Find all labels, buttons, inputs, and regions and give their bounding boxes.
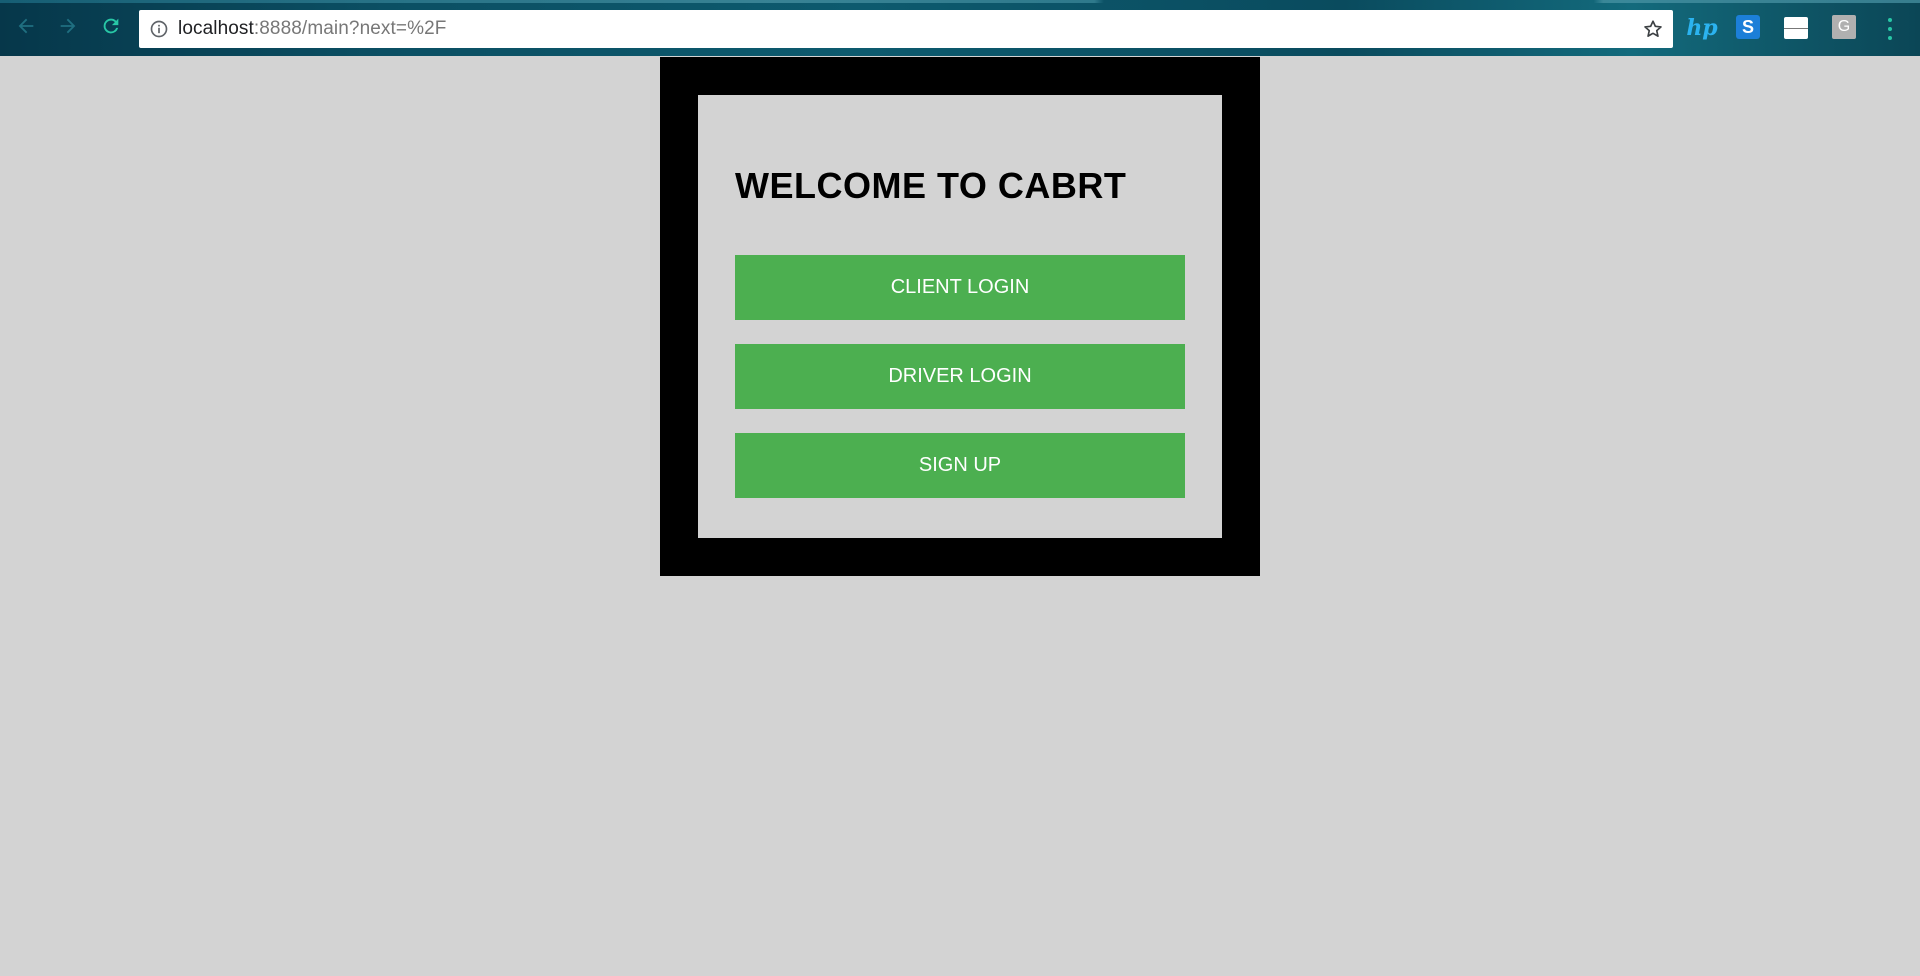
client-login-button[interactable]: CLIENT LOGIN [735,255,1185,320]
kebab-menu-icon[interactable] [1886,18,1894,40]
bookmark-button[interactable] [1641,17,1665,41]
welcome-card: WELCOME TO CABRT CLIENT LOGIN DRIVER LOG… [698,95,1222,538]
url-text: localhost:8888/main?next=%2F [178,18,446,40]
s-extension-icon[interactable]: S [1736,15,1760,39]
site-info-button[interactable] [148,18,170,40]
forward-arrow-icon [60,18,76,34]
driver-login-button[interactable]: DRIVER LOGIN [735,344,1185,409]
reload-button[interactable] [99,14,123,38]
tab-strip-edge [0,0,1920,3]
g-extension-icon[interactable]: G [1832,15,1856,39]
login-frame: WELCOME TO CABRT CLIENT LOGIN DRIVER LOG… [660,57,1260,576]
url-path: :8888/main?next=%2F [253,18,447,39]
back-arrow-icon [18,18,34,34]
back-button[interactable] [14,14,38,38]
forward-button[interactable] [56,14,80,38]
info-icon [150,20,168,38]
sign-up-button[interactable]: SIGN UP [735,433,1185,498]
document-extension-icon[interactable] [1784,17,1808,39]
hp-extension-icon[interactable]: hp [1686,15,1717,41]
url-host: localhost [178,18,254,39]
page-title: WELCOME TO CABRT [735,165,1127,206]
star-icon [1644,20,1662,37]
address-bar[interactable]: localhost:8888/main?next=%2F [139,10,1673,48]
browser-toolbar: localhost:8888/main?next=%2F hp S G [0,0,1920,56]
reload-icon [103,18,119,34]
